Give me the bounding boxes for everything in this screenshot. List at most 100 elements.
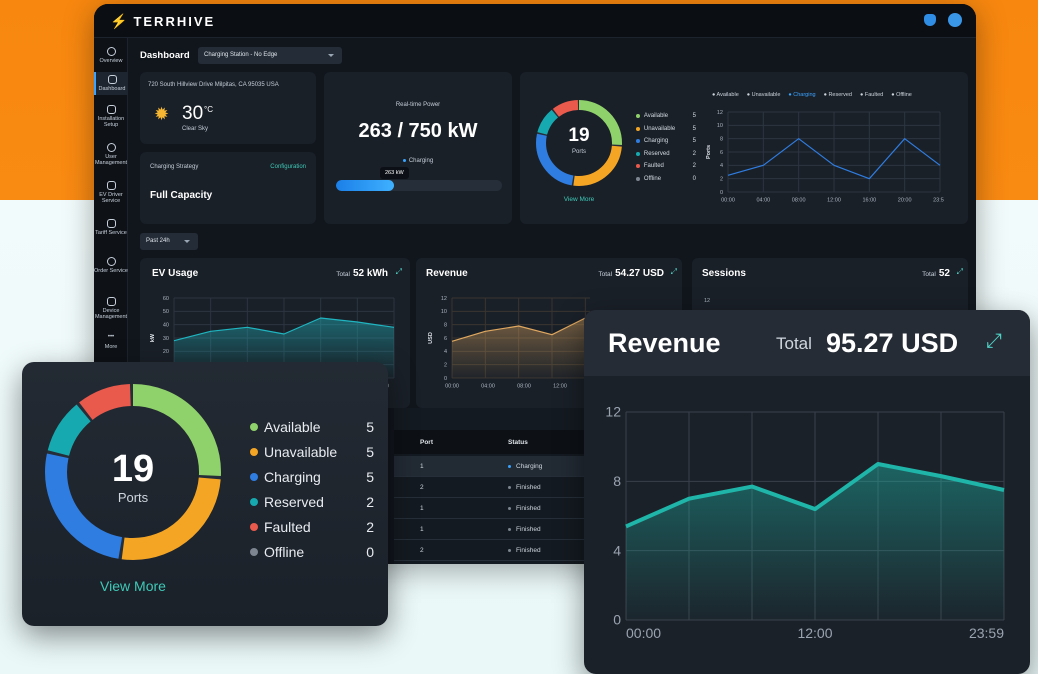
legend-item-unavailable[interactable]: Unavailable 5 [636,123,696,136]
ports-total-large: 19 [111,448,155,490]
legend-count: 0 [692,175,696,182]
x-tick-label: 23:56 [933,198,944,204]
ports-total: 19 [568,125,590,146]
avatar[interactable] [948,13,962,27]
legend-item-faulted[interactable]: Faulted 2 [636,160,696,173]
more-icon: ••• [107,334,115,340]
legend-item-unavailable[interactable]: Unavailable 5 [250,439,374,464]
legend-label: Available [716,92,739,98]
legend-item-charging[interactable]: Charging 5 [250,464,374,489]
bell-icon[interactable] [924,14,936,26]
status-cell: Finished [516,526,541,533]
legend-count: 5 [366,418,374,435]
strategy-label: Charging Strategy [150,164,199,170]
sidebar-item-label: Order Service [94,268,128,274]
legend-dot [250,422,258,431]
ports-legend: Available 5 Unavailable 5 Charging 5 Reserved 2… [636,110,696,185]
chart-legend-item[interactable]: ● Charging [788,92,815,98]
expand-icon[interactable]: ⤢ [396,267,402,277]
ports-unit: Ports [571,149,586,155]
legend-label: Charging [643,138,669,145]
sidebar-item-ev-driver-service[interactable]: EV Driver Service [94,178,128,207]
globe-icon [106,47,116,56]
sidebar-item-order-service[interactable]: Order Service [94,254,128,277]
sidebar-item-dashboard[interactable]: Dashboard [94,72,128,95]
legend-label: Offline [264,543,305,560]
legend-item-offline[interactable]: Offline 0 [636,173,696,186]
revenue-popup-header: Revenue Total 95.27 USD ⤢ [584,310,1030,376]
address-text: 720 South Hillview Drive Milpitas, CA 95… [148,82,279,88]
legend-label: Offline [896,92,912,98]
y-tick-label: 2 [720,177,723,183]
sessions-ytick: 12 [704,298,711,304]
sidebar-item-installation-setup[interactable]: Installation Setup [94,102,128,131]
status-cell: Finished [516,484,541,491]
chart-legend-item[interactable]: ● Available [712,92,739,98]
y-tick-label: 6 [444,336,447,342]
folder-icon [106,219,116,228]
y-tick-label: 12 [441,296,447,302]
sidebar-item-user-management[interactable]: User Management [94,140,128,169]
legend-item-offline[interactable]: Offline 0 [250,539,374,564]
legend-count: 2 [366,518,374,535]
legend-dot [250,522,258,531]
port-cell: 2 [420,484,424,491]
legend-label: Unavailable [264,443,338,460]
sidebar-item-tariff-service[interactable]: Tariff Service [94,216,128,239]
ports-line-chart: 0 2 4 6 8 10 12 00:00 04:00 08:00 12:00 16:00 20:00 2… [706,110,944,204]
time-filter-select[interactable]: Past 24h [140,233,198,250]
sidebar-item-device-management[interactable]: Device Management [94,294,128,323]
legend-label: Available [264,418,321,435]
view-more-link[interactable]: View More [534,196,624,203]
revenue-total: Total 54.27 USD [598,268,664,279]
chart-legend-item[interactable]: ● Unavailable [747,92,781,98]
station-select[interactable]: Charging Station - No Edge [198,47,342,64]
legend-item-faulted[interactable]: Faulted 2 [250,514,374,539]
sidebar-item-label: User Management [94,154,128,166]
chart-legend-item[interactable]: ● Faulted [860,92,883,98]
legend-count: 2 [692,163,696,170]
sun-icon: ✹ [154,104,170,124]
view-more-link-large[interactable]: View More [43,578,223,594]
ports-popup-card: 19 Ports View More Available 5 Unavailable… [22,362,388,626]
legend-item-reserved[interactable]: Reserved 2 [250,489,374,514]
chart-legend-item[interactable]: ● Reserved [824,92,852,98]
legend-item-reserved[interactable]: Reserved 2 [636,148,696,161]
legend-label: Charging [793,92,816,98]
sidebar-item-label: Dashboard [98,86,126,92]
y-axis-label: Ports [706,145,712,159]
y-tick-label: 8 [720,137,723,143]
brand-logo[interactable]: ⚡ TERRHIVE [110,13,215,30]
status-dot [508,486,511,489]
sidebar-item-more[interactable]: ••• More [94,330,128,353]
legend-item-available[interactable]: Available 5 [636,110,696,123]
weather-card: 720 South Hillview Drive Milpitas, CA 95… [140,72,316,144]
y-tick-label: 0 [613,612,621,628]
y-axis-label: USD [428,332,434,344]
sessions-total: Total 52 [922,268,950,279]
port-cell: 2 [420,547,424,554]
legend-count: 2 [692,150,696,157]
power-bar [336,180,502,191]
legend-item-charging[interactable]: Charging 5 [636,135,696,148]
pie-icon [107,75,117,84]
expand-icon[interactable]: ⤢ [671,267,677,277]
y-tick-label: 4 [720,163,723,169]
revenue-popup-total-label: Total [776,334,812,353]
legend-label: Offline [643,175,662,182]
legend-item-available[interactable]: Available 5 [250,414,374,439]
chart-legend-item[interactable]: ● Offline [891,92,912,98]
x-tick-label: 23:59 [969,625,1004,641]
expand-icon[interactable]: ⤢ [986,330,1002,353]
x-tick-label: 00:00 [445,384,459,390]
sidebar-item-overview[interactable]: Overview [94,44,128,67]
configuration-link[interactable]: Configuration [270,164,306,170]
legend-count: 5 [366,443,374,460]
grid-icon [106,105,116,114]
legend-count: 5 [692,113,696,120]
status-cell: Charging [516,463,543,470]
legend-label: Faulted [264,518,311,535]
revenue-title: Revenue [426,268,468,279]
legend-dot [250,472,258,481]
expand-icon[interactable]: ⤢ [957,267,963,277]
